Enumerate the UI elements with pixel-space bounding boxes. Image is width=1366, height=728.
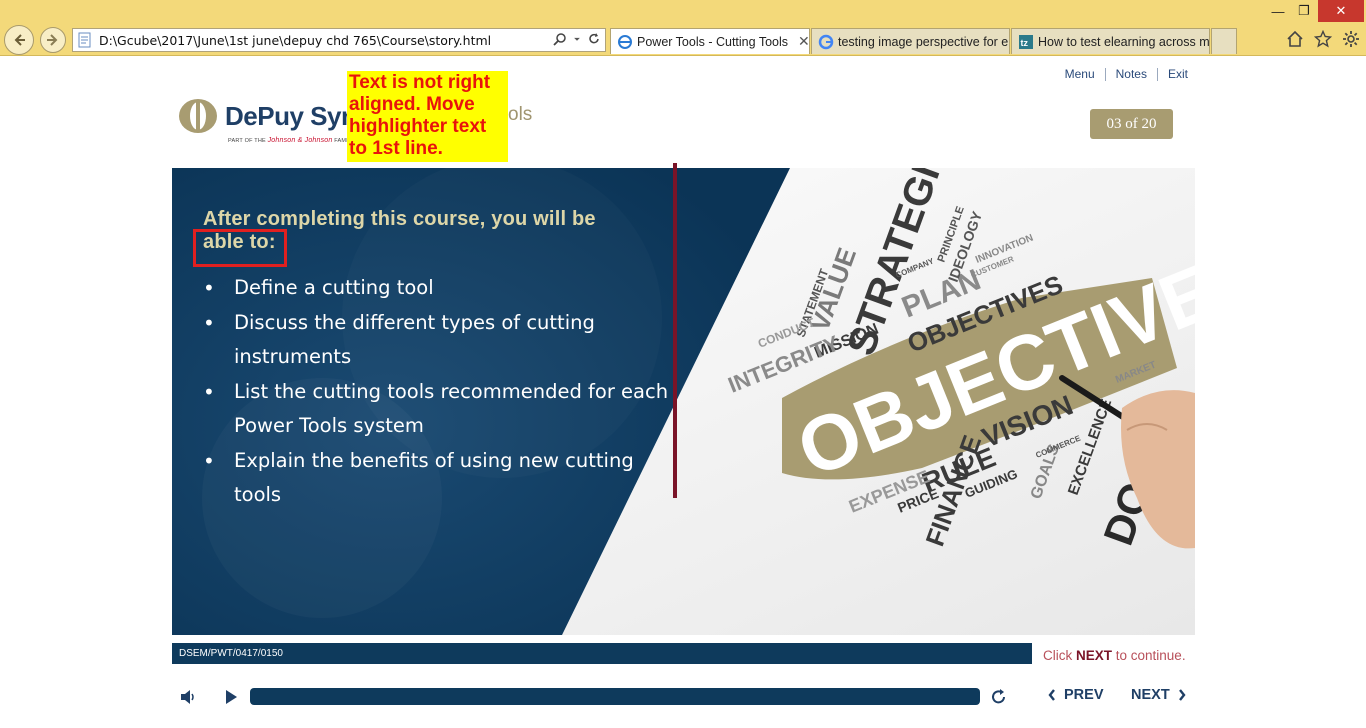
forward-arrow-icon xyxy=(47,34,58,46)
forward-button[interactable] xyxy=(40,27,66,53)
ie-page-icon xyxy=(618,34,632,49)
address-bar[interactable]: D:\Gcube\2017\June\1st june\depuy chd 76… xyxy=(72,28,606,52)
replay-icon[interactable] xyxy=(989,687,1009,707)
logo-sub-prefix: PART OF THE xyxy=(228,138,266,144)
list-item: Define a cutting tool xyxy=(203,271,683,306)
restore-button[interactable]: ❐ xyxy=(1292,0,1316,22)
exit-link[interactable]: Exit xyxy=(1168,67,1188,81)
list-item: Discuss the different types of cutting i… xyxy=(203,306,683,375)
prev-label: PREV xyxy=(1064,687,1104,703)
address-url: D:\Gcube\2017\June\1st june\depuy chd 76… xyxy=(99,32,492,48)
star-icon[interactable] xyxy=(1314,30,1332,48)
play-icon[interactable] xyxy=(221,687,241,707)
tab-power-tools[interactable]: Power Tools - Cutting Tools ✕ xyxy=(610,28,810,54)
google-icon xyxy=(818,34,834,49)
tab-label: Power Tools - Cutting Tools xyxy=(637,34,789,49)
notes-link[interactable]: Notes xyxy=(1116,67,1147,81)
course-code-bar: DSEM/PWT/0417/0150 xyxy=(172,643,1032,664)
browser-toolbar-icons xyxy=(1286,30,1360,48)
app-root: D:\Gcube\2017\June\1st june\depuy chd 76… xyxy=(0,0,1366,728)
objectives-list: Define a cutting tool Discuss the differ… xyxy=(203,271,683,513)
continue-prefix: Click xyxy=(1043,648,1076,663)
tab-testing-image[interactable]: testing image perspective for e... xyxy=(811,28,1010,54)
volume-icon[interactable] xyxy=(178,687,198,707)
back-arrow-icon xyxy=(14,34,25,46)
ie-page-icon xyxy=(78,32,91,48)
continue-action: NEXT xyxy=(1076,648,1113,663)
logo-subtitle: PART OF THE Johnson & Johnson FAMILY xyxy=(228,137,355,144)
link-divider xyxy=(1156,68,1158,81)
minimize-button[interactable]: — xyxy=(1266,0,1290,22)
back-button[interactable] xyxy=(4,25,34,55)
prev-button[interactable]: PREV xyxy=(1048,687,1104,703)
next-label: NEXT xyxy=(1131,687,1170,703)
list-item: List the cutting tools recommended for e… xyxy=(203,375,683,444)
page-indicator: 03 of 20 xyxy=(1090,109,1173,139)
logo-mark-icon xyxy=(179,99,217,133)
continue-suffix: to continue. xyxy=(1112,648,1186,663)
review-divider-line xyxy=(673,163,677,498)
player-controls: PREV NEXT xyxy=(172,682,1195,712)
heading-line-1: After completing this course, you will b… xyxy=(203,208,596,230)
seek-bar[interactable] xyxy=(250,688,980,705)
tz-icon: tz xyxy=(1019,34,1033,49)
list-item: Explain the benefits of using new cuttin… xyxy=(203,444,683,513)
tab-test-elearning[interactable]: tz How to test elearning across m... xyxy=(1011,28,1210,54)
browser-chrome: D:\Gcube\2017\June\1st june\depuy chd 76… xyxy=(0,0,1366,56)
course-code: DSEM/PWT/0417/0150 xyxy=(179,648,283,659)
tab-label: testing image perspective for e... xyxy=(838,34,1010,49)
menu-link[interactable]: Menu xyxy=(1065,67,1095,81)
course-title: ols xyxy=(508,104,533,125)
continue-prompt: Click NEXT to continue. xyxy=(1043,648,1186,663)
tab-close-icon[interactable]: ✕ xyxy=(798,33,809,50)
logo-brand-text: DePuy Synt xyxy=(225,100,365,131)
svg-text:tz: tz xyxy=(1021,38,1029,48)
course-top-links: Menu Notes Exit xyxy=(1065,67,1188,81)
next-button[interactable]: NEXT xyxy=(1131,687,1186,703)
review-highlight-box xyxy=(193,229,287,267)
chevron-left-icon xyxy=(1048,689,1055,701)
new-tab-button[interactable] xyxy=(1211,28,1237,54)
close-window-button[interactable]: ✕ xyxy=(1318,0,1364,22)
chevron-right-icon xyxy=(1178,689,1186,701)
refresh-icon[interactable] xyxy=(587,32,601,46)
depuy-synthes-logo: DePuy Synt xyxy=(177,98,365,134)
dropdown-icon[interactable] xyxy=(573,32,581,46)
review-note: Text is not right aligned. Move highligh… xyxy=(347,71,508,162)
gear-icon[interactable] xyxy=(1342,30,1360,48)
tab-label: How to test elearning across m... xyxy=(1038,34,1210,49)
home-icon[interactable] xyxy=(1286,30,1304,48)
link-divider xyxy=(1104,68,1106,81)
search-icon[interactable] xyxy=(553,32,567,46)
logo-sub-company: Johnson & Johnson xyxy=(267,137,333,144)
